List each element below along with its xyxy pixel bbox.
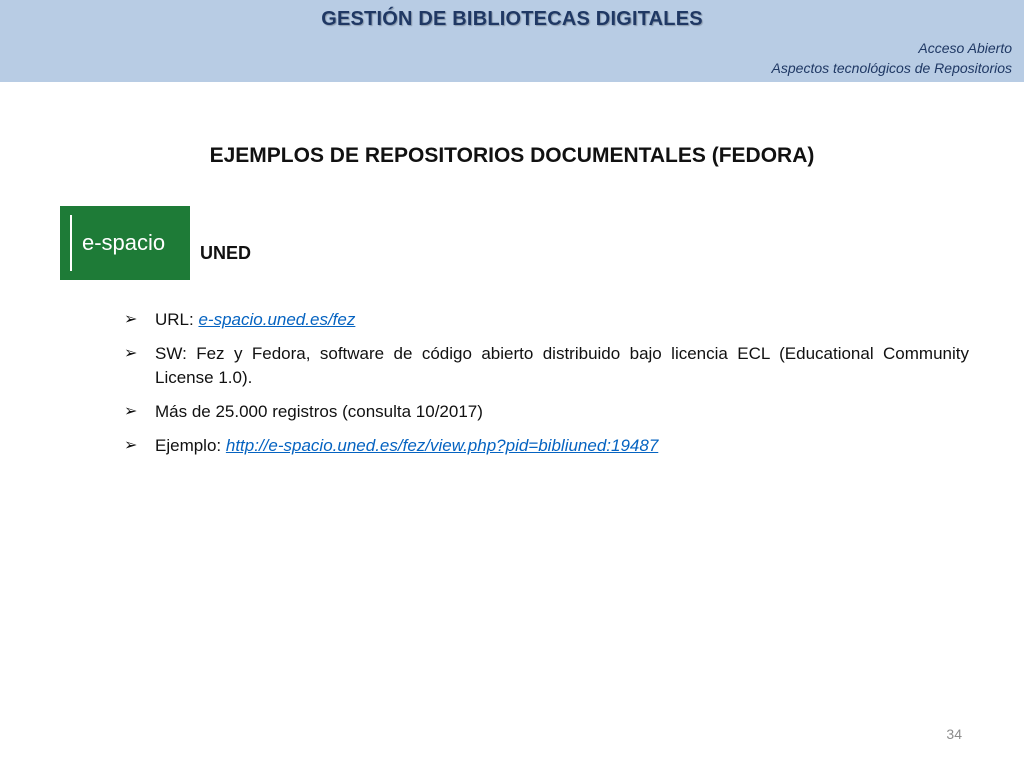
arrow-bullet-icon: ➢ (124, 437, 138, 454)
page-number: 34 (946, 726, 962, 742)
bullet-list: ➢ URL: e-spacio.uned.es/fez ➢ SW: Fez y … (124, 308, 969, 468)
organization-name: UNED (200, 243, 252, 263)
arrow-bullet-icon: ➢ (124, 403, 138, 420)
example-link[interactable]: http://e-spacio.uned.es/fez/view.php?pid… (226, 436, 658, 455)
bullet-records-text: Más de 25.000 registros (consulta 10/201… (155, 402, 483, 421)
url-link[interactable]: e-spacio.uned.es/fez (198, 310, 355, 329)
header-subtitle-open-access: Acceso Abierto (918, 40, 1012, 56)
bullet-software: ➢ SW: Fez y Fedora, software de código a… (124, 342, 969, 390)
e-spacio-logo: e-spacio (60, 206, 190, 280)
header-subtitles: Acceso Abierto Aspectos tecnológicos de … (772, 38, 1012, 78)
header-banner: GESTIÓN DE BIBLIOTECAS DIGITALES Acceso … (0, 0, 1024, 82)
bullet-records: ➢ Más de 25.000 registros (consulta 10/2… (124, 400, 969, 424)
slide-title: EJEMPLOS DE REPOSITORIOS DOCUMENTALES (F… (209, 144, 815, 167)
header-subtitle-repositories: Aspectos tecnológicos de Repositorios (771, 60, 1012, 76)
bullet-example-label: Ejemplo: (155, 436, 226, 455)
bullet-example: ➢ Ejemplo: http://e-spacio.uned.es/fez/v… (124, 434, 969, 458)
arrow-bullet-icon: ➢ (124, 345, 138, 362)
bullet-software-text: SW: Fez y Fedora, software de código abi… (155, 344, 969, 387)
arrow-bullet-icon: ➢ (124, 311, 138, 328)
logo-text: e-spacio (82, 230, 166, 255)
bullet-url-label: URL: (155, 310, 199, 329)
logo-bar (70, 215, 72, 271)
header-title: GESTIÓN DE BIBLIOTECAS DIGITALES (321, 8, 703, 30)
bullet-url: ➢ URL: e-spacio.uned.es/fez (124, 308, 969, 332)
